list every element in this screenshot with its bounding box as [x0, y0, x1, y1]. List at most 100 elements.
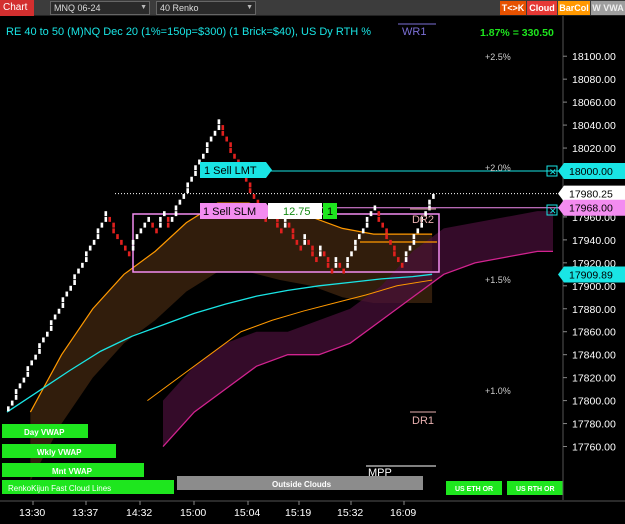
time-tick-label: 13:30: [19, 507, 45, 519]
down-brick: [326, 257, 330, 263]
down-brick: [315, 257, 318, 263]
chart-app-label: Chart: [0, 0, 34, 16]
down-brick: [342, 268, 345, 274]
down-brick: [287, 222, 291, 228]
barcol-toggle-button[interactable]: BarCol: [558, 1, 590, 15]
down-brick: [112, 222, 115, 228]
down-brick: [112, 228, 115, 234]
up-brick: [319, 245, 322, 251]
up-brick: [85, 257, 88, 263]
up-brick: [61, 303, 65, 308]
sell-slm-label: 1 Sell SLM: [203, 206, 256, 218]
up-brick: [77, 268, 80, 274]
percent-level-1-0: +1.0%: [485, 386, 511, 396]
down-brick: [166, 216, 170, 222]
price-tick-label: 18060.00: [572, 97, 616, 109]
price-badge-label: 17968.00: [569, 203, 613, 215]
up-brick: [65, 291, 69, 297]
up-brick: [49, 320, 53, 326]
tk-toggle-button[interactable]: T<>K: [500, 1, 526, 15]
price-tick-label: 18080.00: [572, 74, 616, 86]
up-brick: [49, 325, 53, 331]
chevron-down-icon: ▼: [246, 4, 253, 11]
down-brick: [397, 257, 400, 263]
up-brick: [346, 262, 349, 268]
up-brick: [96, 228, 100, 234]
down-brick: [225, 136, 228, 142]
time-axis[interactable]: 13:30 13:37 14:32 15:00 15:04 15:19 15:32 16:09: [19, 501, 416, 519]
up-brick: [14, 389, 18, 395]
up-brick: [346, 257, 349, 263]
up-brick: [26, 371, 30, 377]
up-brick: [412, 239, 416, 245]
up-brick: [354, 239, 357, 245]
up-brick: [10, 400, 14, 406]
down-brick: [280, 228, 283, 234]
outside-clouds-legend[interactable]: Outside Clouds: [177, 476, 423, 490]
down-brick: [338, 262, 342, 268]
up-brick: [73, 274, 76, 280]
renko-chart[interactable]: RE 40 to 50 (M)NQ Dec 20 (1%=150p=$300) …: [0, 16, 625, 524]
up-brick: [186, 182, 189, 188]
up-brick: [190, 176, 193, 182]
up-brick: [46, 331, 49, 337]
cloud-toggle-button[interactable]: Cloud: [527, 1, 557, 15]
percent-level-2-0: +2.0%: [485, 163, 511, 173]
up-brick: [104, 211, 108, 217]
time-tick-label: 15:04: [234, 507, 260, 519]
price-tick-label: 17900.00: [572, 281, 616, 293]
down-brick: [311, 251, 314, 257]
day-vwap-legend[interactable]: Day VWAP: [2, 424, 88, 438]
sell-slm-order-tag[interactable]: 1 Sell SLM 12.75 1: [200, 203, 337, 219]
time-tick-label: 16:09: [390, 507, 416, 519]
sell-lmt-label: 1 Sell LMT: [204, 165, 257, 177]
up-brick: [30, 360, 33, 366]
up-brick: [213, 130, 217, 136]
down-brick: [291, 228, 295, 234]
up-brick: [217, 125, 221, 131]
up-brick: [209, 136, 213, 142]
instrument-selector[interactable]: MNQ 06-24 ▼: [50, 1, 150, 15]
mnt-vwap-legend[interactable]: Mnt VWAP: [2, 463, 144, 477]
up-brick: [96, 234, 100, 240]
up-brick: [57, 308, 61, 314]
up-brick: [303, 239, 306, 245]
up-brick: [373, 205, 377, 211]
up-brick: [365, 216, 369, 222]
down-brick: [151, 222, 154, 228]
down-brick: [377, 211, 381, 217]
up-brick: [159, 222, 162, 228]
up-brick: [26, 366, 30, 372]
vwap-toggle-button[interactable]: W VWA: [591, 1, 625, 15]
down-brick: [248, 188, 252, 194]
price-badge-label: 17980.25: [569, 189, 613, 201]
up-brick: [365, 222, 369, 228]
up-brick: [354, 245, 357, 251]
price-tick-label: 17880.00: [572, 304, 616, 316]
down-brick: [127, 251, 131, 257]
us-rth-or-legend[interactable]: US RTH OR: [507, 481, 563, 495]
price-tick-label: 18040.00: [572, 120, 616, 132]
time-tick-label: 13:37: [72, 507, 98, 519]
down-brick: [155, 228, 158, 234]
up-brick: [42, 337, 45, 343]
down-brick: [276, 222, 279, 228]
time-tick-label: 15:19: [285, 507, 311, 519]
down-brick: [221, 130, 225, 136]
up-brick: [73, 280, 76, 285]
up-brick: [205, 148, 209, 153]
up-brick: [416, 228, 420, 234]
us-eth-or-legend[interactable]: US ETH OR: [446, 481, 502, 495]
down-brick: [120, 239, 123, 245]
up-brick: [194, 171, 197, 176]
up-brick: [104, 216, 108, 222]
sell-lmt-order-tag[interactable]: 1 Sell LMT: [200, 162, 272, 178]
price-axis[interactable]: 18100.00 18080.00 18060.00 18040.00 18020.00…: [563, 51, 616, 454]
close-lmt-order-button[interactable]: ✕: [546, 165, 558, 177]
close-slm-order-button[interactable]: ✕: [546, 204, 558, 216]
up-brick: [404, 257, 408, 263]
bar-type-selector[interactable]: 40 Renko ▼: [156, 1, 256, 15]
renko-lines-legend[interactable]: RenkoKijun Fast Cloud Lines: [2, 480, 174, 494]
up-brick: [170, 216, 174, 222]
wkly-vwap-legend[interactable]: Wkly VWAP: [2, 444, 116, 458]
